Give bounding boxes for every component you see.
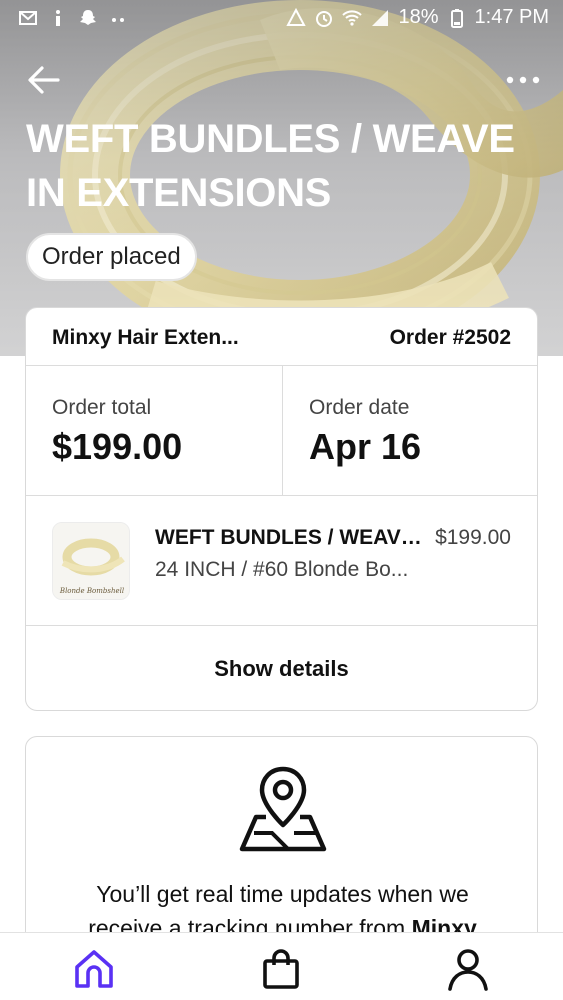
alarm-icon: [316, 10, 333, 27]
order-total-label: Order total: [52, 396, 152, 419]
order-date-value: Apr 16: [309, 426, 422, 467]
shopping-bag-icon: [263, 949, 299, 989]
battery-icon: [450, 8, 463, 28]
order-summary-card: Minxy Hair Exten... Order #2502 Order to…: [25, 307, 538, 711]
map-pin-icon: [239, 766, 327, 852]
thumb-caption: Blonde Bombshell: [59, 587, 124, 595]
snapchat-icon: [80, 10, 96, 25]
system-status: 18% 1:47 PM: [286, 6, 549, 29]
arrow-left-icon: [28, 66, 60, 94]
nav-profile-button[interactable]: [444, 945, 492, 993]
item-variant: 24 INCH / #60 Blonde Bo...: [155, 558, 409, 581]
order-stats: Order total $199.00 Order date Apr 16: [26, 366, 537, 496]
battery-percent: 18%: [398, 6, 439, 28]
gmail-icon: [19, 11, 37, 25]
order-total-value: $199.00: [52, 426, 183, 467]
back-button[interactable]: [26, 62, 62, 98]
order-card-header: Minxy Hair Exten... Order #2502: [26, 308, 537, 366]
product-thumbnail: Blonde Bombshell: [52, 522, 130, 600]
order-total-section: Order total $199.00: [26, 366, 283, 496]
signal-icon: [372, 9, 389, 26]
nav-home-button[interactable]: [70, 945, 118, 993]
profile-icon: [448, 949, 488, 991]
info-icon: [56, 10, 60, 26]
show-details-button[interactable]: Show details: [26, 626, 537, 710]
notification-icons: [18, 8, 128, 28]
line-item[interactable]: Blonde Bombshell WEFT BUNDLES / WEAVE ..…: [26, 496, 537, 626]
page-title: WEFT BUNDLES / WEAVE IN EXTENSIONS: [26, 117, 515, 215]
nav-shop-button[interactable]: [257, 945, 305, 993]
status-bar: 18% 1:47 PM: [0, 0, 563, 36]
wifi-icon: [342, 9, 363, 26]
item-price: $199.00: [435, 526, 511, 549]
product-image: Blonde Bombshell: [53, 523, 129, 599]
order-status-badge: Order placed: [26, 233, 197, 281]
order-date-label: Order date: [309, 396, 410, 419]
home-icon: [75, 950, 113, 988]
order-date-section: Order date Apr 16: [283, 366, 537, 496]
clock: 1:47 PM: [474, 6, 549, 28]
bottom-navigation: [0, 932, 563, 1000]
item-title: WEFT BUNDLES / WEAVE ...: [155, 526, 430, 549]
more-notifications-icon: [112, 18, 124, 22]
shop-name: Minxy Hair Exten...: [52, 326, 239, 349]
data-saver-icon: [286, 7, 307, 26]
order-number: Order #2502: [389, 326, 511, 349]
more-options-button[interactable]: [505, 70, 541, 90]
more-horizontal-icon: [506, 76, 540, 84]
